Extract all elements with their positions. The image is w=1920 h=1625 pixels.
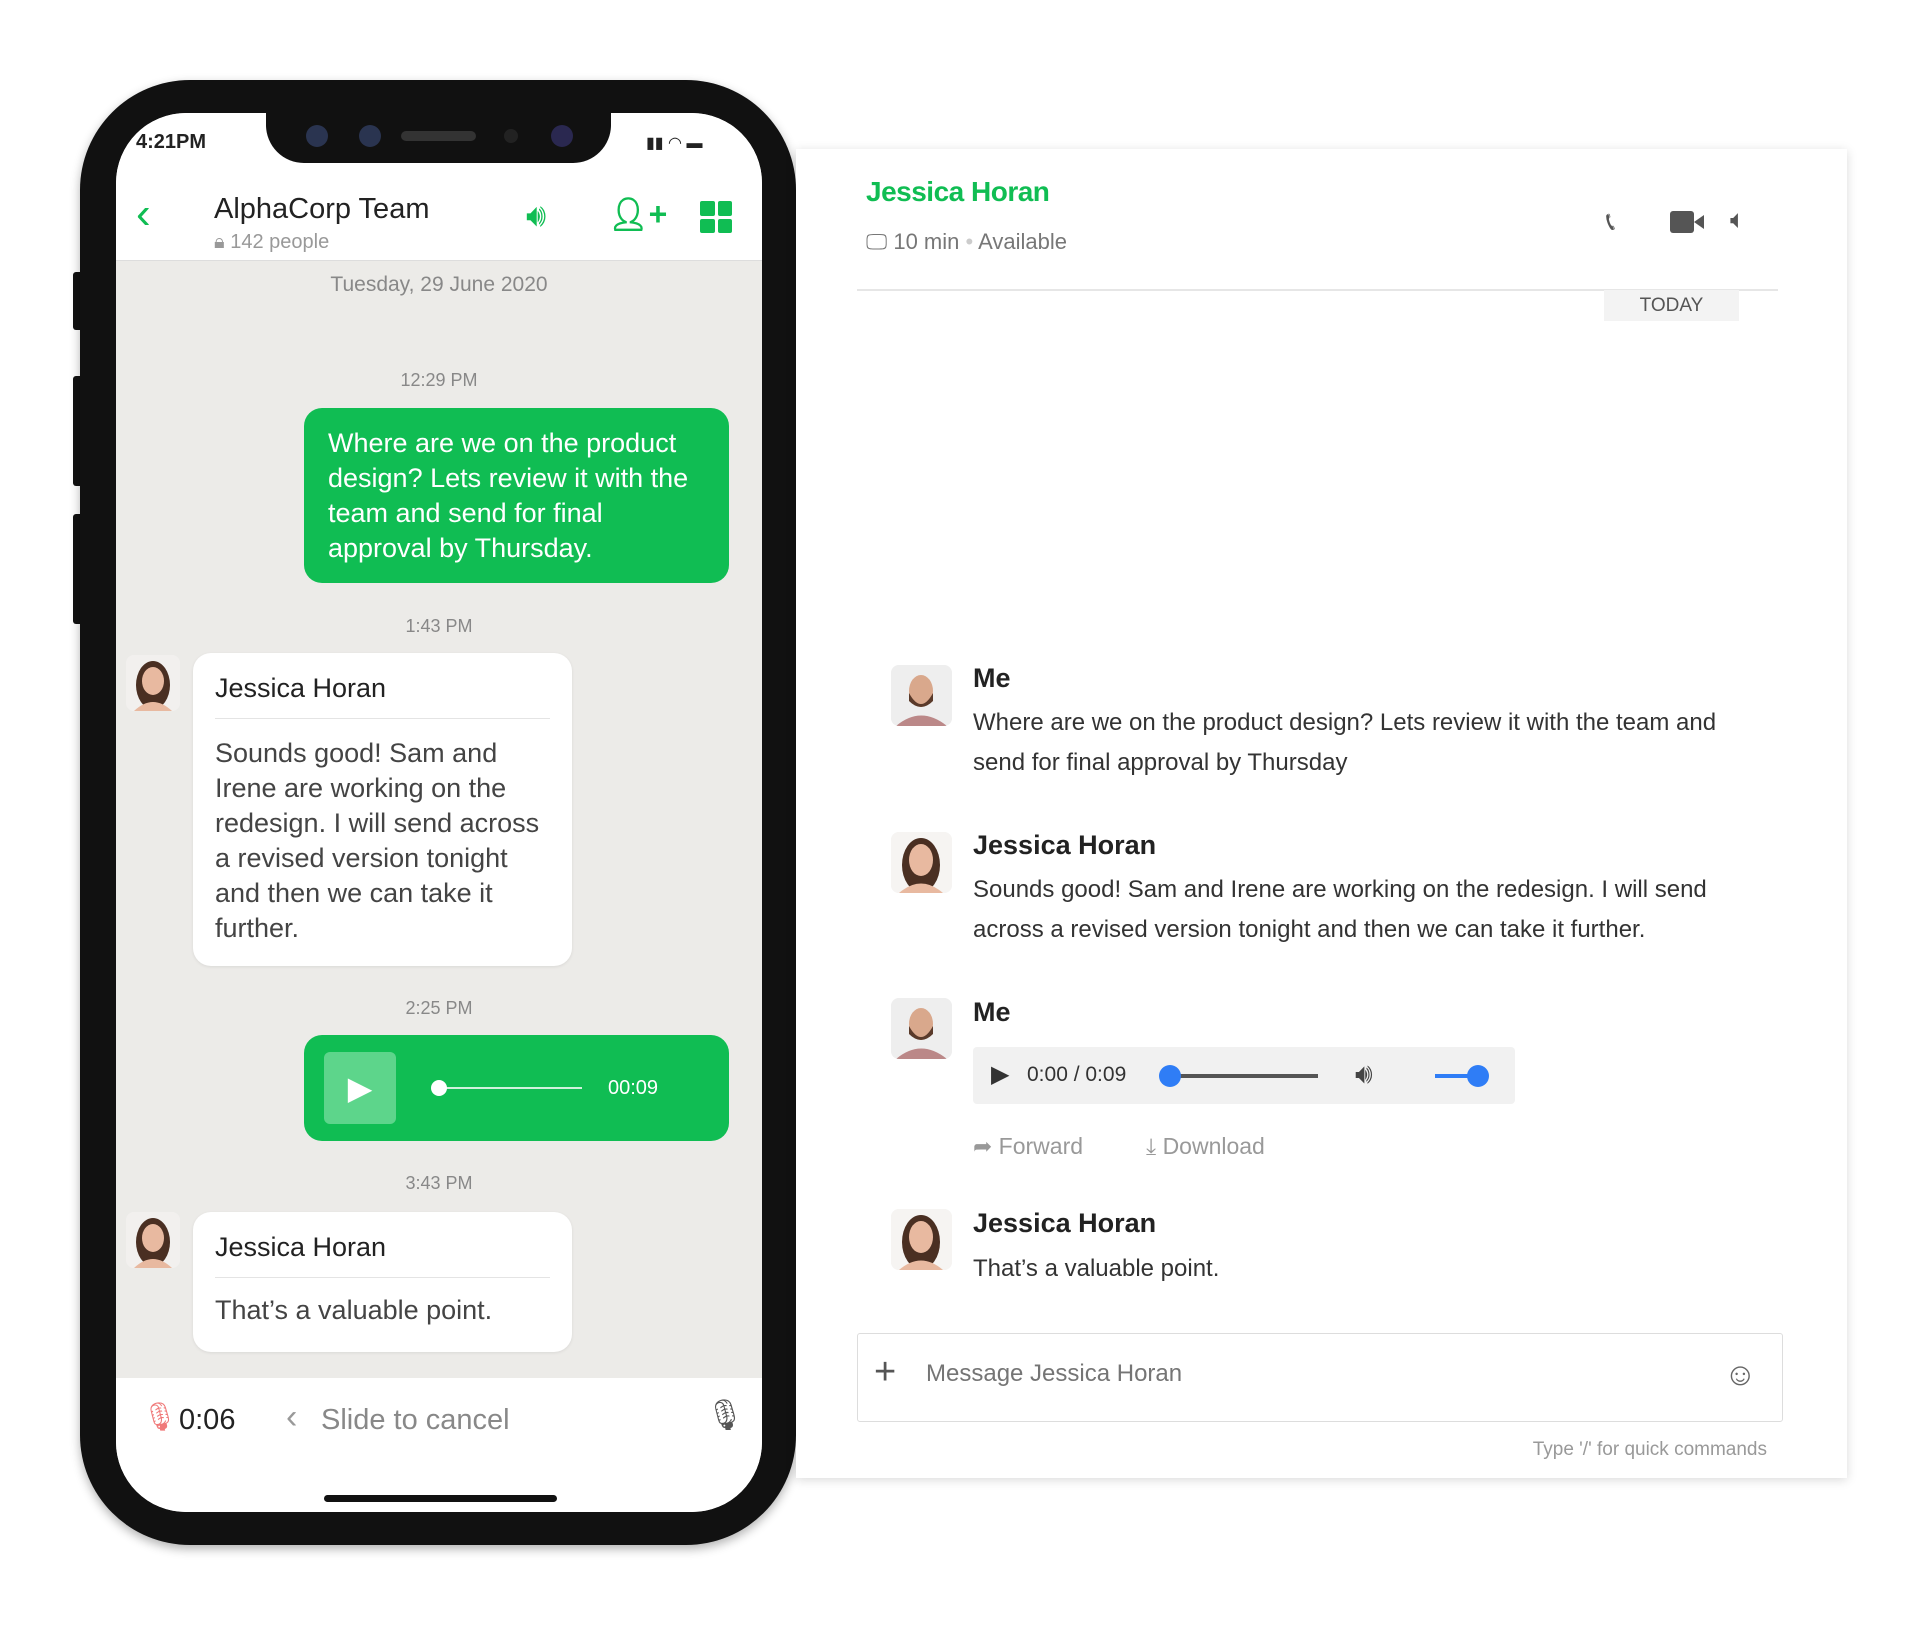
voice-message-bubble: ▶ 00:09 bbox=[304, 1035, 729, 1141]
forward-arrow-icon: ➦ bbox=[973, 1133, 999, 1159]
message-time: 2:25 PM bbox=[405, 998, 473, 1018]
download-icon: ⤓ bbox=[1146, 1133, 1163, 1159]
slide-to-cancel[interactable]: Slide to cancel bbox=[321, 1404, 510, 1437]
chevron-left-icon: ‹ bbox=[286, 1398, 298, 1436]
sender-name: Me bbox=[973, 663, 1011, 693]
sender-name: Jessica Horan bbox=[215, 1232, 387, 1262]
audio-seek-track[interactable] bbox=[1168, 1074, 1318, 1078]
grid-menu-icon[interactable] bbox=[700, 201, 732, 233]
recording-elapsed: 0:06 bbox=[179, 1404, 236, 1436]
audio-seek-thumb[interactable] bbox=[1159, 1065, 1181, 1087]
me-avatar bbox=[891, 998, 952, 1059]
date-separator: Tuesday, 29 June 2020 bbox=[330, 273, 548, 296]
download-label: Download bbox=[1162, 1133, 1265, 1159]
play-icon[interactable]: ▶ bbox=[991, 1060, 1009, 1089]
volume-thumb[interactable] bbox=[1467, 1065, 1489, 1087]
download-button[interactable]: ⤓ Download bbox=[1146, 1133, 1265, 1160]
received-message-card: Jessica Horan Sounds good! Sam and Irene… bbox=[193, 653, 572, 966]
day-label: TODAY bbox=[1604, 290, 1739, 321]
voice-progress-thumb[interactable] bbox=[431, 1080, 447, 1096]
monitor-icon: 🖵︎ bbox=[866, 229, 888, 254]
sender-name: Jessica Horan bbox=[215, 673, 387, 703]
speaker-icon[interactable]: 🔈︎ bbox=[1730, 204, 1746, 236]
add-person-icon[interactable]: 👤︎+ bbox=[608, 195, 667, 233]
sender-name: Jessica Horan bbox=[973, 1208, 1157, 1238]
phone-call-icon[interactable]: 📞︎ bbox=[1606, 206, 1615, 238]
group-title: AlphaCorp Team bbox=[214, 193, 430, 225]
message-text: Sounds good! Sam and Irene are working o… bbox=[215, 738, 540, 943]
message-text: That’s a valuable point. bbox=[973, 1255, 1220, 1282]
volume-icon[interactable]: 🔊︎ bbox=[1355, 1058, 1373, 1091]
microphone-icon[interactable]: 🎙︎ bbox=[706, 1398, 744, 1433]
chat-header: 4:21PM ▮▮ ◠ ▬ ‹ AlphaCorp Team 🔒︎ 142 pe… bbox=[116, 113, 762, 261]
received-message-card: Jessica Horan That’s a valuable point. bbox=[193, 1212, 572, 1352]
jessica-avatar bbox=[891, 832, 952, 893]
sender-name: Jessica Horan bbox=[973, 830, 1157, 860]
contact-name[interactable]: Jessica Horan bbox=[866, 176, 1050, 208]
message-time: 3:43 PM bbox=[405, 1173, 473, 1193]
jessica-avatar bbox=[126, 1212, 180, 1268]
voice-progress-track[interactable] bbox=[432, 1087, 582, 1089]
emoji-icon[interactable]: ☺ bbox=[1724, 1356, 1757, 1393]
message-text: That’s a valuable point. bbox=[215, 1295, 493, 1325]
phone-screen: 4:21PM ▮▮ ◠ ▬ ‹ AlphaCorp Team 🔒︎ 142 pe… bbox=[116, 113, 762, 1512]
message-time: 1:43 PM bbox=[405, 616, 473, 636]
lock-icon: 🔒︎ bbox=[214, 231, 231, 253]
notch bbox=[266, 113, 611, 163]
back-chevron-icon[interactable]: ‹ bbox=[136, 189, 151, 239]
recording-mic-icon: 🎙︎ bbox=[142, 1401, 178, 1432]
sender-name: Me bbox=[973, 997, 1011, 1027]
jessica-avatar bbox=[126, 655, 180, 711]
presence-line: 🖵︎ 10 min • Available bbox=[866, 229, 1068, 254]
message-time: 12:29 PM bbox=[400, 370, 478, 390]
availability-status: Available bbox=[978, 229, 1068, 254]
desktop-chat-panel: Jessica Horan 🖵︎ 10 min • Available 📞︎ 🔈… bbox=[796, 149, 1847, 1478]
sent-message-bubble: Where are we on the product design? Lets… bbox=[304, 408, 729, 583]
message-input[interactable] bbox=[926, 1360, 1706, 1388]
play-button[interactable]: ▶ bbox=[324, 1052, 396, 1124]
forward-label: Forward bbox=[998, 1133, 1084, 1159]
message-text: Where are we on the product design? Lets… bbox=[973, 709, 1717, 776]
member-count-text: 142 people bbox=[230, 231, 330, 253]
recording-bar: 🎙︎ 0:06 ‹ Slide to cancel 🎙︎ bbox=[116, 1378, 762, 1512]
status-time: 4:21PM bbox=[136, 131, 207, 153]
audio-player: ▶ 0:00 / 0:09 🔊︎ bbox=[973, 1047, 1515, 1104]
voice-duration: 00:09 bbox=[608, 1077, 659, 1099]
home-indicator bbox=[324, 1495, 557, 1502]
member-count: 🔒︎ 142 people bbox=[214, 231, 329, 254]
jessica-avatar bbox=[891, 1209, 952, 1270]
video-call-icon[interactable] bbox=[1670, 211, 1704, 233]
forward-button[interactable]: ➦ Forward bbox=[973, 1133, 1083, 1160]
me-avatar bbox=[891, 665, 952, 726]
message-composer: + ☺ bbox=[857, 1333, 1783, 1422]
speaker-icon[interactable]: 🔊︎ bbox=[526, 197, 546, 235]
idle-time: 10 min bbox=[893, 229, 960, 254]
quick-commands-hint: Type '/' for quick commands bbox=[1532, 1439, 1767, 1460]
message-text: Sounds good! Sam and Irene are working o… bbox=[973, 876, 1707, 943]
audio-time: 0:00 / 0:09 bbox=[1027, 1063, 1127, 1086]
plus-icon[interactable]: + bbox=[874, 1352, 896, 1392]
signal-wifi-battery-icon: ▮▮ ◠ ▬ bbox=[646, 135, 703, 152]
